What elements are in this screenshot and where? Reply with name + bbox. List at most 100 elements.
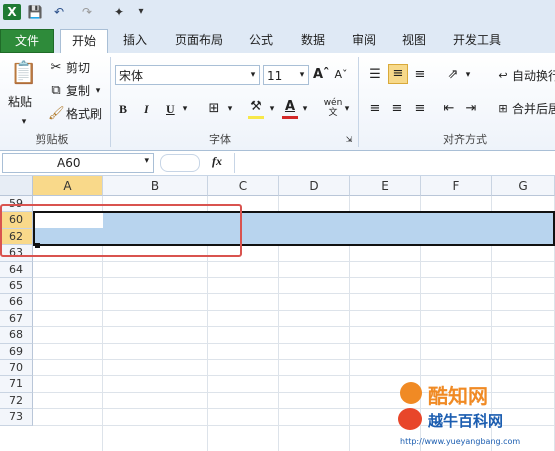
align-center-icon[interactable]: ≡ [388,100,406,118]
column-header-b[interactable]: B [103,176,208,196]
name-box-value: A60 [57,156,81,170]
border-dropdown-icon[interactable]: ▾ [225,100,235,118]
column-header-c[interactable]: C [208,176,279,196]
wrap-text-icon: ↩ [498,69,508,82]
row-header-72[interactable]: 72 [0,392,33,410]
watermark: 酷知网 越牛百科网 http://www.yueyangbang.com [396,378,555,451]
align-left-icon[interactable]: ≡ [366,100,384,118]
format-painter-button[interactable]: 格式刷 [66,105,102,123]
formula-bar-splitter[interactable] [160,154,200,172]
row-header-67[interactable]: 67 [0,310,33,328]
align-bottom-icon[interactable]: ≡ [411,66,429,84]
column-header-g[interactable]: G [492,176,555,196]
decrease-indent-icon[interactable]: ⇤ [440,100,458,118]
orientation-icon[interactable]: ⇗ [444,66,462,84]
tab-review[interactable]: 审阅 [342,29,386,51]
font-color-dropdown-icon[interactable]: ▾ [300,100,310,118]
row-header-70[interactable]: 70 [0,360,33,377]
name-box-dropdown-icon[interactable]: ▾ [144,156,149,166]
fill-color-icon[interactable]: ⚒ [247,98,265,116]
customize-icon[interactable]: ✦ [108,4,130,20]
copy-button[interactable]: 复制 [66,82,90,100]
formula-input[interactable] [234,153,555,173]
row-header-73[interactable]: 73 [0,409,33,426]
qat-dropdown-icon[interactable]: ▾ [136,4,146,20]
watermark-site-logo-icon [398,408,422,430]
italic-button[interactable]: I [144,100,149,118]
watermark-url: http://www.yueyangbang.com [400,437,521,446]
tab-file[interactable]: 文件 [0,29,54,53]
row-header-65[interactable]: 65 [0,278,33,295]
font-name-select[interactable]: 宋体 [115,65,260,85]
font-size-dropdown-icon[interactable]: ▾ [297,66,307,84]
tab-page-layout[interactable]: 页面布局 [166,29,232,51]
row-header-71[interactable]: 71 [0,376,33,393]
tab-home[interactable]: 开始 [60,29,108,54]
shrink-font-icon[interactable]: Aˇ [333,66,349,84]
cut-button[interactable]: 剪切 [66,59,90,77]
name-box[interactable]: A60 ▾ [2,153,154,173]
merge-center-button[interactable]: 合并后居 [512,100,555,118]
align-right-icon[interactable]: ≡ [411,100,429,118]
ribbon: 📋 粘贴 ▾ ✂ 剪切 ⧉ 复制 ▾ 🖌 格式刷 剪贴板 宋体 ▾ 11 ▾ A… [0,53,555,151]
row-gridline [33,375,555,377]
scissors-icon: ✂ [50,60,62,75]
format-painter-icon: 🖌 [48,106,65,121]
copy-icon: ⧉ [51,83,61,98]
save-icon[interactable]: 💾 [26,4,44,20]
font-dialog-launcher-icon[interactable]: ⇲ [344,133,354,147]
watermark-brand: 酷知网 [428,384,488,408]
quick-access-toolbar: X 💾 ↶ ↷ ✦ ▾ [0,0,555,27]
column-header-e[interactable]: E [350,176,421,196]
tab-data[interactable]: 数据 [290,29,336,51]
insert-function-button[interactable]: fx [212,154,222,169]
tab-formulas[interactable]: 公式 [238,29,284,51]
font-group-label: 字体 [209,133,231,146]
row-gridline [33,293,555,295]
tab-view[interactable]: 视图 [392,29,436,51]
ribbon-tabs: 文件 开始 插入 页面布局 公式 数据 审阅 视图 开发工具 [0,26,555,54]
copy-dropdown-icon[interactable]: ▾ [93,82,103,100]
row-header-66[interactable]: 66 [0,294,33,311]
paste-icon[interactable]: 📋 [10,59,37,89]
phonetic-icon[interactable]: wén 文 [322,98,344,118]
row-header-69[interactable]: 69 [0,343,33,360]
row-gridline [33,359,555,360]
align-top-icon[interactable]: ☰ [366,66,384,84]
annotation-highlight-box [0,204,242,257]
formula-bar: A60 ▾ fx [0,151,555,176]
border-icon[interactable]: ⊞ [205,100,223,118]
tab-insert[interactable]: 插入 [112,29,158,51]
fill-dropdown-icon[interactable]: ▾ [267,100,277,118]
align-middle-icon[interactable]: ≡ [388,64,408,84]
row-gridline [33,277,555,278]
bold-button[interactable]: B [119,100,127,118]
underline-dropdown-icon[interactable]: ▾ [180,100,190,118]
undo-icon[interactable]: ↶ [50,4,68,20]
grow-font-icon[interactable]: Aˆ [313,66,330,84]
merge-center-icon: ⊞ [498,102,508,115]
font-name-dropdown-icon[interactable]: ▾ [248,66,258,84]
row-gridline [33,326,555,328]
column-header-f[interactable]: F [421,176,492,196]
row-header-64[interactable]: 64 [0,261,33,278]
wrap-text-button[interactable]: 自动换行 [512,67,555,85]
phonetic-label: wén [323,98,343,108]
paste-dropdown-icon[interactable]: ▾ [19,113,29,131]
paste-button[interactable]: 粘贴 [8,93,32,111]
underline-button[interactable]: U [166,100,175,118]
redo-icon[interactable]: ↷ [78,4,96,20]
tab-developer[interactable]: 开发工具 [444,29,510,51]
phonetic-dropdown-icon[interactable]: ▾ [342,100,352,118]
select-all-corner[interactable] [0,176,33,196]
clipboard-group-label: 剪贴板 [35,133,69,146]
increase-indent-icon[interactable]: ⇥ [462,100,480,118]
orientation-dropdown-icon[interactable]: ▾ [463,66,473,84]
column-header-d[interactable]: D [279,176,350,196]
row-header-68[interactable]: 68 [0,327,33,344]
group-divider [358,57,359,147]
column-header-a[interactable]: A [33,176,103,196]
font-color-icon[interactable]: A [282,98,298,116]
font-color-swatch [282,116,298,119]
group-divider [110,57,111,147]
